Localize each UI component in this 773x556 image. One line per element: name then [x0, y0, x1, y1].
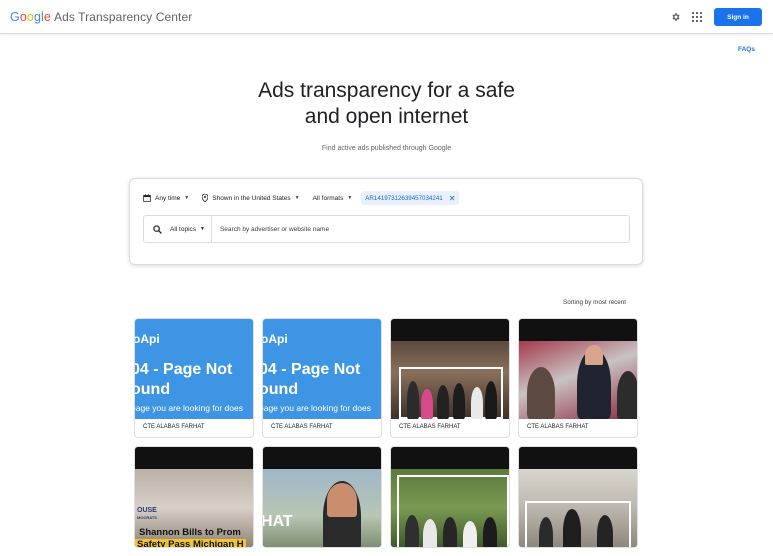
photo-scene [391, 469, 509, 547]
advertiser-name: CTE ALABAS FARHAT [271, 424, 333, 430]
chevron-down-icon: ▼ [184, 195, 190, 201]
google-ads-transparency-logo[interactable]: Google Ads Transparency Center [10, 10, 192, 24]
ad-card[interactable]: oApi 04 - Page Notound page you are look… [134, 318, 254, 438]
person-figure [453, 383, 465, 419]
ad-preview-image [391, 319, 509, 419]
chevron-down-icon: ▼ [347, 195, 353, 201]
ad-preview-text: oApi [263, 332, 288, 346]
settings-gear-icon[interactable] [670, 11, 682, 23]
person-figure [485, 381, 497, 419]
sign-in-button[interactable]: Sign in [714, 8, 762, 26]
filter-bar: Any time ▼ Shown in the United States ▼ … [143, 191, 460, 205]
person-figure [327, 483, 357, 517]
ad-preview-text: HAT [263, 513, 293, 530]
person-figure [405, 515, 419, 547]
top-app-bar: Google Ads Transparency Center Sign in [0, 0, 773, 34]
person-figure [483, 517, 497, 547]
photo-scene [519, 469, 637, 547]
person-figure [617, 371, 637, 419]
page-subtitle: Find active ads published through Google [321, 145, 452, 152]
ad-preview-text: 04 - Page Notound [135, 361, 233, 398]
creative-id-label: AR14197312639457034241 [365, 194, 443, 202]
advertiser-name: CTE ALABAS FARHAT [527, 424, 589, 430]
person-figure [423, 519, 437, 547]
faqs-link[interactable]: FAQs [738, 46, 755, 53]
close-icon[interactable]: ✕ [449, 194, 456, 203]
ad-card[interactable]: oApi 04 - Page Notound page you are look… [262, 318, 382, 438]
person-figure [437, 385, 449, 419]
format-filter[interactable]: All formats ▼ [313, 195, 353, 202]
chevron-down-icon: ▼ [200, 226, 205, 232]
person-figure [443, 517, 457, 547]
app-name: Ads Transparency Center [53, 10, 193, 24]
search-icon [153, 224, 162, 234]
google-apps-grid-icon[interactable] [691, 11, 703, 23]
ad-preview-text: Shannon Bills to Prom [139, 527, 241, 538]
search-input[interactable] [219, 225, 600, 233]
photo-scene [391, 341, 509, 419]
topics-dropdown[interactable]: All topics ▼ [170, 216, 212, 242]
ad-card[interactable] [390, 446, 510, 548]
person-figure [539, 517, 553, 547]
ad-preview-image: HAT [263, 447, 381, 547]
ad-preview-image [519, 319, 637, 419]
date-range-filter[interactable]: Any time ▼ [143, 194, 189, 202]
location-pin-icon [202, 194, 209, 202]
ad-card[interactable]: CTE ALABAS FARHAT [390, 318, 510, 438]
ad-card[interactable]: HAT [262, 446, 382, 548]
region-label: Shown in the United States [212, 194, 291, 202]
ad-preview-image [391, 447, 509, 547]
google-wordmark: Google [10, 10, 51, 24]
advertiser-name: CTE ALABAS FARHAT [399, 424, 461, 430]
ad-preview-text: page you are looking for does [263, 403, 371, 413]
page-title: Ads transparency for a safe and open int… [0, 78, 773, 130]
ad-preview-text: OUSE MOCRATS [137, 507, 157, 520]
person-figure [597, 515, 613, 547]
photo-scene: OUSE MOCRATS Shannon Bills to Prom Safety… [135, 469, 253, 547]
advertiser-name: CTE ALABAS FARHAT [143, 424, 205, 430]
person-figure [527, 367, 555, 419]
person-figure [563, 509, 581, 547]
person-figure [585, 345, 603, 365]
ad-preview-image: OUSE MOCRATS Shannon Bills to Prom Safety… [135, 447, 253, 547]
ad-preview-text: Safety Pass Michigan H [135, 539, 246, 547]
page-title-line-1: Ads transparency for a safe [258, 79, 515, 102]
ad-preview-image: oApi 04 - Page Notound page you are look… [263, 319, 381, 419]
ad-preview-image [519, 447, 637, 547]
chevron-down-icon: ▼ [294, 195, 300, 201]
person-figure [463, 521, 477, 547]
calendar-icon [143, 194, 151, 202]
date-range-label: Any time [155, 194, 181, 202]
topics-label: All topics [170, 225, 197, 233]
ad-preview-text: 04 - Page Notound [263, 361, 361, 398]
person-figure [471, 387, 483, 419]
format-label: All formats [312, 194, 344, 202]
sort-label: Sorting by most recent [563, 299, 626, 306]
person-figure [421, 389, 433, 419]
ad-card[interactable] [518, 446, 638, 548]
ad-preview-text: oApi [135, 332, 160, 346]
ad-card[interactable]: CTE ALABAS FARHAT [518, 318, 638, 438]
person-figure [407, 381, 419, 419]
photo-scene [519, 341, 637, 419]
ad-preview-text: page you are looking for does [135, 403, 243, 413]
search-box: All topics ▼ [143, 215, 630, 243]
creative-id-chip[interactable]: AR14197312639457034241 ✕ [361, 191, 460, 205]
region-filter[interactable]: Shown in the United States ▼ [202, 194, 300, 202]
ad-preview-image: oApi 04 - Page Notound page you are look… [135, 319, 253, 419]
page-title-line-2: and open internet [304, 105, 469, 128]
photo-scene: HAT [263, 469, 381, 547]
search-panel: Any time ▼ Shown in the United States ▼ … [129, 178, 643, 265]
ad-card[interactable]: OUSE MOCRATS Shannon Bills to Prom Safety… [134, 446, 254, 548]
